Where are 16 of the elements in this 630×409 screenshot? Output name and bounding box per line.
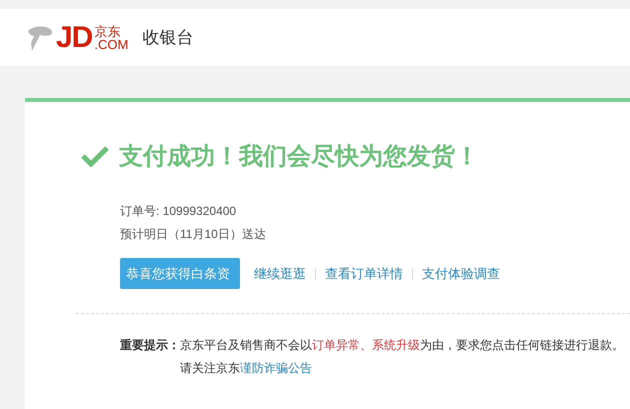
action-link[interactable]: 支付体验调查: [422, 264, 500, 282]
order-number: 订单号: 10999320400: [120, 203, 238, 220]
fraud-notice-link[interactable]: 谨防诈骗公告: [240, 361, 312, 375]
action-link[interactable]: 继续逛逛: [254, 264, 306, 282]
action-link[interactable]: 查看订单详情: [325, 264, 403, 282]
success-heading: 支付成功！我们会尽快为您发货！: [119, 142, 479, 172]
promo-button[interactable]: 恭喜您获得白条资: [120, 258, 240, 289]
page-title: 收银台: [142, 27, 194, 49]
logo-text: JD: [56, 22, 92, 52]
notice-follow-text: 请关注京东谨防诈骗公告: [180, 360, 313, 377]
delivery-estimate: 预计明日（11月10日）送达: [120, 226, 267, 243]
notice-text: 京东平台及销售商不会以订单异常、系统升级为由，要求您点击任何链接进行退款。: [180, 337, 624, 354]
logo-text: 京东: [94, 24, 122, 38]
logo-text: .COM: [94, 38, 128, 50]
notice-label: 重要提示：: [120, 337, 180, 354]
check-icon: [81, 145, 109, 167]
